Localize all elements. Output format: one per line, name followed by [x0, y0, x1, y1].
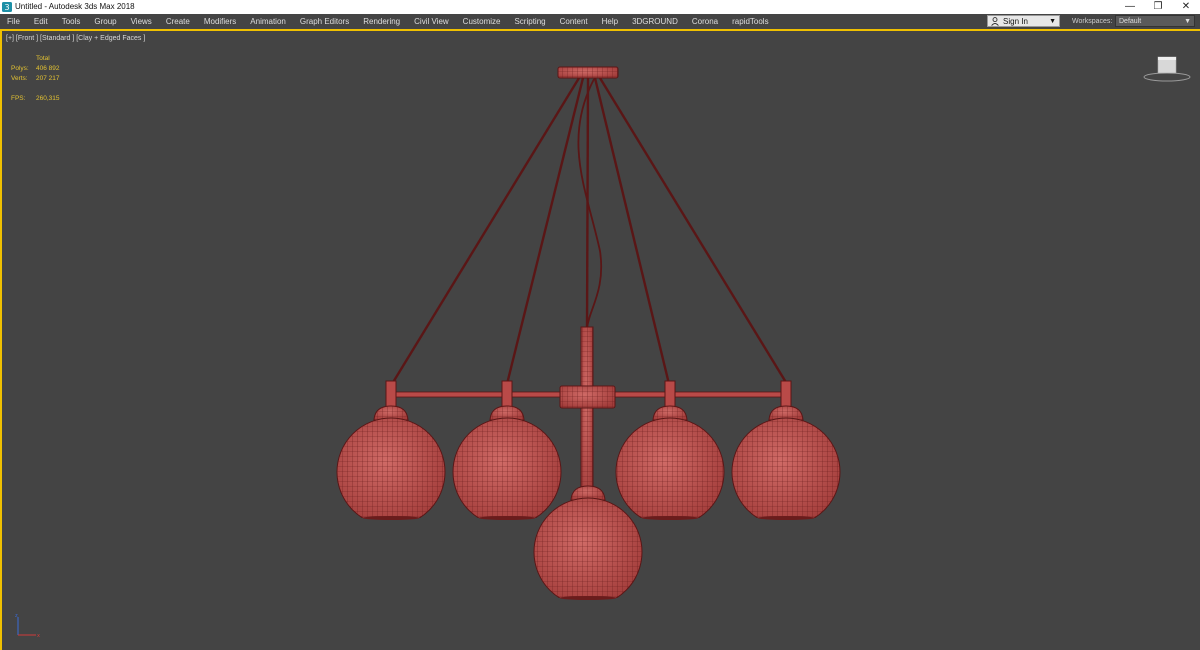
menu-rapidtools[interactable]: rapidTools — [725, 14, 775, 29]
workspaces-select[interactable]: Default ▼ — [1115, 15, 1195, 27]
workspaces-label: Workspaces: — [1072, 18, 1113, 25]
sign-in-dropdown[interactable]: Sign In ▼ — [987, 15, 1060, 27]
menu-customize[interactable]: Customize — [456, 14, 508, 29]
menu-content[interactable]: Content — [553, 14, 595, 29]
menu-group[interactable]: Group — [87, 14, 123, 29]
menu-edit[interactable]: Edit — [27, 14, 55, 29]
menu-civil-view[interactable]: Civil View — [407, 14, 456, 29]
menu-views[interactable]: Views — [124, 14, 159, 29]
user-icon — [991, 17, 999, 26]
title-bar: 3 Untitled - Autodesk 3ds Max 2018 — ❐ ✕ — [0, 0, 1200, 14]
menu-list: File Edit Tools Group Views Create Modifiers An… — [0, 14, 776, 29]
chandelier-model[interactable] — [2, 31, 1200, 650]
globe-2 — [452, 380, 562, 520]
svg-text:3: 3 — [4, 3, 9, 12]
menu-graph-editors[interactable]: Graph Editors — [293, 14, 356, 29]
menu-animation[interactable]: Animation — [243, 14, 293, 29]
menu-rendering[interactable]: Rendering — [356, 14, 407, 29]
menu-bar: File Edit Tools Group Views Create Modifiers An… — [0, 14, 1200, 29]
window-title: Untitled - Autodesk 3ds Max 2018 — [15, 2, 135, 11]
3dsmax-app-icon: 3 — [2, 2, 12, 12]
workspaces-value: Default — [1119, 18, 1142, 25]
ceiling-canopy — [557, 66, 619, 79]
globe-4 — [731, 380, 841, 520]
menu-help[interactable]: Help — [595, 14, 625, 29]
window-controls: — ❐ ✕ — [1116, 0, 1200, 14]
menu-modifiers[interactable]: Modifiers — [197, 14, 243, 29]
globe-3 — [615, 380, 725, 520]
menu-3dground[interactable]: 3DGROUND — [625, 14, 685, 29]
menu-file[interactable]: File — [0, 14, 27, 29]
close-button[interactable]: ✕ — [1172, 0, 1200, 14]
globe-1 — [336, 380, 446, 520]
menu-scripting[interactable]: Scripting — [507, 14, 552, 29]
chevron-down-icon: ▼ — [1049, 18, 1056, 25]
chevron-down-icon: ▼ — [1184, 18, 1191, 25]
sign-in-label: Sign In — [1003, 17, 1028, 26]
central-stem — [387, 326, 789, 503]
front-viewport[interactable]: [+] [Front ] [Standard ] [Clay + Edged F… — [0, 29, 1200, 650]
menu-corona[interactable]: Corona — [685, 14, 725, 29]
menu-create[interactable]: Create — [159, 14, 197, 29]
restore-button[interactable]: ❐ — [1144, 0, 1172, 14]
menu-tools[interactable]: Tools — [55, 14, 88, 29]
minimize-button[interactable]: — — [1116, 0, 1144, 14]
